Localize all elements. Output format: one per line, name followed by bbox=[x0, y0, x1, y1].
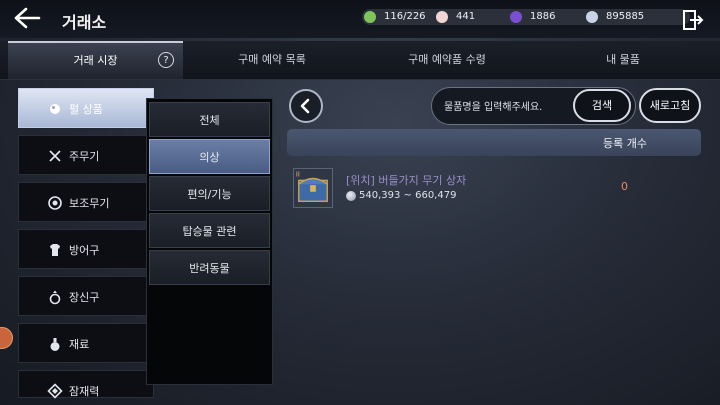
category-label: 방어구 bbox=[69, 244, 100, 257]
category-sub-weapon[interactable]: 보조무기 bbox=[18, 182, 154, 222]
list-item[interactable]: II [위치] 버들가지 무기 상자 540,393 ~ 660,479 0 bbox=[287, 164, 701, 212]
crossed-swords-icon bbox=[49, 150, 61, 162]
search-input[interactable] bbox=[442, 97, 576, 117]
diamond-icon bbox=[47, 383, 63, 399]
help-icon[interactable]: ? bbox=[158, 52, 174, 68]
back-button[interactable] bbox=[289, 89, 323, 123]
category-label: 펄 상품 bbox=[69, 103, 103, 116]
crystal-icon bbox=[510, 11, 522, 23]
list-column-header: 등록 개수 bbox=[287, 129, 701, 156]
svg-text:II: II bbox=[296, 171, 300, 179]
back-arrow-icon[interactable] bbox=[12, 6, 42, 30]
column-header-count: 등록 개수 bbox=[603, 137, 647, 150]
crystal-value: 1886 bbox=[530, 11, 556, 22]
exit-icon[interactable] bbox=[682, 9, 704, 31]
chest-icon: II bbox=[293, 168, 333, 208]
item-register-count: 0 bbox=[621, 180, 628, 193]
silver-resource: 895885 bbox=[584, 9, 690, 25]
tab-purchase-reservations[interactable]: 구매 예약 목록 bbox=[183, 41, 361, 79]
page-title: 거래소 bbox=[62, 13, 107, 32]
shield-icon bbox=[48, 196, 62, 210]
tab-bar: 거래 시장 ? 구매 예약 목록 구매 예약품 수령 내 물품 bbox=[0, 41, 720, 80]
tab-label: 구매 예약 목록 bbox=[238, 53, 306, 66]
category-material[interactable]: 재료 bbox=[18, 323, 154, 363]
category-main-weapon[interactable]: 주무기 bbox=[18, 135, 154, 175]
category-accessory[interactable]: 장신구 bbox=[18, 276, 154, 316]
search-button[interactable]: 검색 bbox=[573, 89, 631, 122]
tab-label: 내 물품 bbox=[606, 53, 640, 66]
category-label: 장신구 bbox=[69, 291, 100, 304]
armor-icon bbox=[50, 244, 60, 256]
category-armor[interactable]: 방어구 bbox=[18, 229, 154, 269]
subcategory-pet[interactable]: 반려동물 bbox=[149, 250, 270, 285]
subcategory-all[interactable]: 전체 bbox=[149, 102, 270, 137]
subcategory-convenience[interactable]: 편의/기능 bbox=[149, 176, 270, 211]
silver-value: 895885 bbox=[606, 11, 645, 22]
item-price-range: 540,393 ~ 660,479 bbox=[359, 190, 457, 201]
item-name: [위치] 버들가지 무기 상자 bbox=[346, 174, 467, 187]
tab-reservation-receipt[interactable]: 구매 예약품 수령 bbox=[361, 41, 533, 79]
tab-label: 구매 예약품 수령 bbox=[408, 53, 486, 66]
silver-coin-icon bbox=[346, 191, 356, 201]
subcategory-mount[interactable]: 탑승물 관련 bbox=[149, 213, 270, 248]
refresh-button[interactable]: 새로고침 bbox=[639, 88, 701, 123]
weight-icon bbox=[364, 11, 376, 23]
weight-value: 116/226 bbox=[384, 11, 426, 22]
category-label: 주무기 bbox=[69, 150, 100, 163]
tab-label: 거래 시장 bbox=[73, 54, 118, 67]
tab-my-items[interactable]: 내 물품 bbox=[533, 41, 713, 79]
tab-trade-market[interactable]: 거래 시장 bbox=[8, 41, 183, 79]
category-label: 보조무기 bbox=[69, 197, 110, 210]
top-bar: 거래소 116/226 441 1886 895885 bbox=[0, 0, 720, 38]
chevron-left-icon bbox=[300, 98, 310, 114]
subcategory-costume[interactable]: 의상 bbox=[149, 139, 270, 174]
potion-icon bbox=[50, 338, 60, 351]
floating-menu-button[interactable] bbox=[0, 327, 13, 349]
category-potential[interactable]: 잠재력 bbox=[18, 370, 154, 399]
pearl-value: 441 bbox=[456, 11, 476, 22]
subcategory-menu: 전체 의상 편의/기능 탑승물 관련 반려동물 bbox=[146, 98, 273, 385]
pearl-icon bbox=[50, 104, 60, 114]
pearl-icon bbox=[436, 11, 448, 23]
category-label: 재료 bbox=[69, 338, 90, 351]
category-label: 잠재력 bbox=[69, 385, 100, 398]
silver-coin-icon bbox=[586, 11, 598, 23]
ring-icon bbox=[49, 290, 61, 305]
category-pearl-goods[interactable]: 펄 상품 bbox=[18, 88, 154, 128]
